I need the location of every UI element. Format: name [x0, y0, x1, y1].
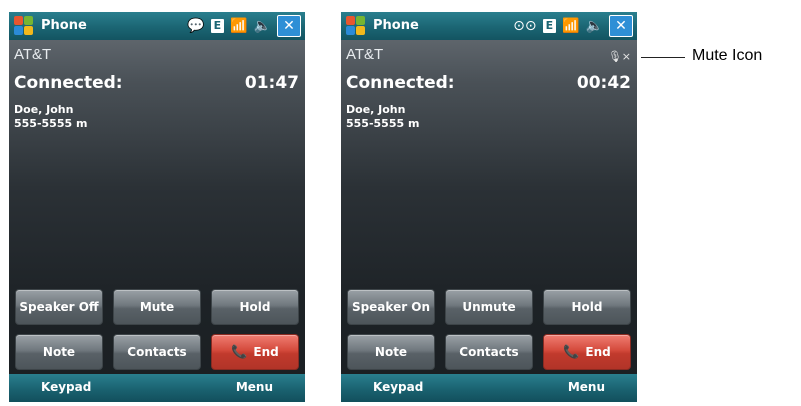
title-bar: Phone 💬 E 📶 🔈 ✕: [9, 12, 305, 40]
contacts-button[interactable]: Contacts: [445, 334, 533, 370]
carrier-label: AT&T: [14, 46, 52, 63]
signal-icon[interactable]: 📶: [230, 15, 247, 37]
voicemail-icon[interactable]: ⊙⊙: [513, 15, 536, 37]
speaker-button[interactable]: Speaker Off: [15, 289, 103, 325]
close-icon[interactable]: ✕: [277, 15, 301, 37]
app-title: Phone: [41, 18, 87, 33]
call-timer: 01:47: [244, 73, 299, 93]
caller-number: 555-5555 m: [14, 117, 88, 130]
contacts-button[interactable]: Contacts: [113, 334, 201, 370]
connection-status: Connected:: [14, 73, 123, 93]
speaker-icon[interactable]: 🔈: [586, 15, 603, 37]
softkey-bar: Keypad Menu: [9, 374, 305, 402]
hold-button[interactable]: Hold: [543, 289, 631, 325]
unmute-button[interactable]: Unmute: [445, 289, 533, 325]
note-button[interactable]: Note: [347, 334, 435, 370]
speech-bubble-icon[interactable]: 💬: [187, 15, 204, 37]
end-label: End: [585, 345, 611, 359]
phone-screen-2: Phone ⊙⊙ E 📶 🔈 ✕ AT&T 🎙× Connected: 00:4…: [341, 12, 637, 402]
menu-softkey[interactable]: Menu: [568, 380, 605, 394]
speaker-icon[interactable]: 🔈: [254, 15, 271, 37]
windows-start-icon[interactable]: [345, 15, 367, 37]
caller-number: 555-5555 m: [346, 117, 420, 130]
status-icons: 💬 E 📶 🔈 ✕: [187, 15, 301, 37]
mute-button[interactable]: Mute: [113, 289, 201, 325]
windows-start-icon[interactable]: [13, 15, 35, 37]
handset-icon: 📞: [563, 344, 580, 360]
caller-name: Doe, John: [346, 103, 406, 116]
end-label: End: [253, 345, 279, 359]
hold-button[interactable]: Hold: [211, 289, 299, 325]
keypad-softkey[interactable]: Keypad: [41, 380, 91, 394]
keypad-softkey[interactable]: Keypad: [373, 380, 423, 394]
end-call-button[interactable]: 📞 End: [543, 334, 631, 370]
handset-icon: 📞: [231, 344, 248, 360]
edge-data-icon[interactable]: E: [542, 19, 557, 33]
connection-status: Connected:: [346, 73, 455, 93]
app-title: Phone: [373, 18, 419, 33]
close-icon[interactable]: ✕: [609, 15, 633, 37]
callout-label: Mute Icon: [692, 47, 763, 64]
edge-data-icon[interactable]: E: [210, 19, 225, 33]
note-button[interactable]: Note: [15, 334, 103, 370]
menu-softkey[interactable]: Menu: [236, 380, 273, 394]
signal-icon[interactable]: 📶: [562, 15, 579, 37]
speaker-button[interactable]: Speaker On: [347, 289, 435, 325]
call-timer: 00:42: [576, 73, 631, 93]
status-icons: ⊙⊙ E 📶 🔈 ✕: [513, 15, 633, 37]
end-call-button[interactable]: 📞 End: [211, 334, 299, 370]
mute-indicator-icon: 🎙×: [607, 50, 631, 63]
softkey-bar: Keypad Menu: [341, 374, 637, 402]
callout-line: [641, 57, 685, 58]
title-bar: Phone ⊙⊙ E 📶 🔈 ✕: [341, 12, 637, 40]
caller-name: Doe, John: [14, 103, 74, 116]
carrier-label: AT&T: [346, 46, 384, 63]
phone-screen-1: Phone 💬 E 📶 🔈 ✕ AT&T Connected: 01:47 Do…: [9, 12, 305, 402]
